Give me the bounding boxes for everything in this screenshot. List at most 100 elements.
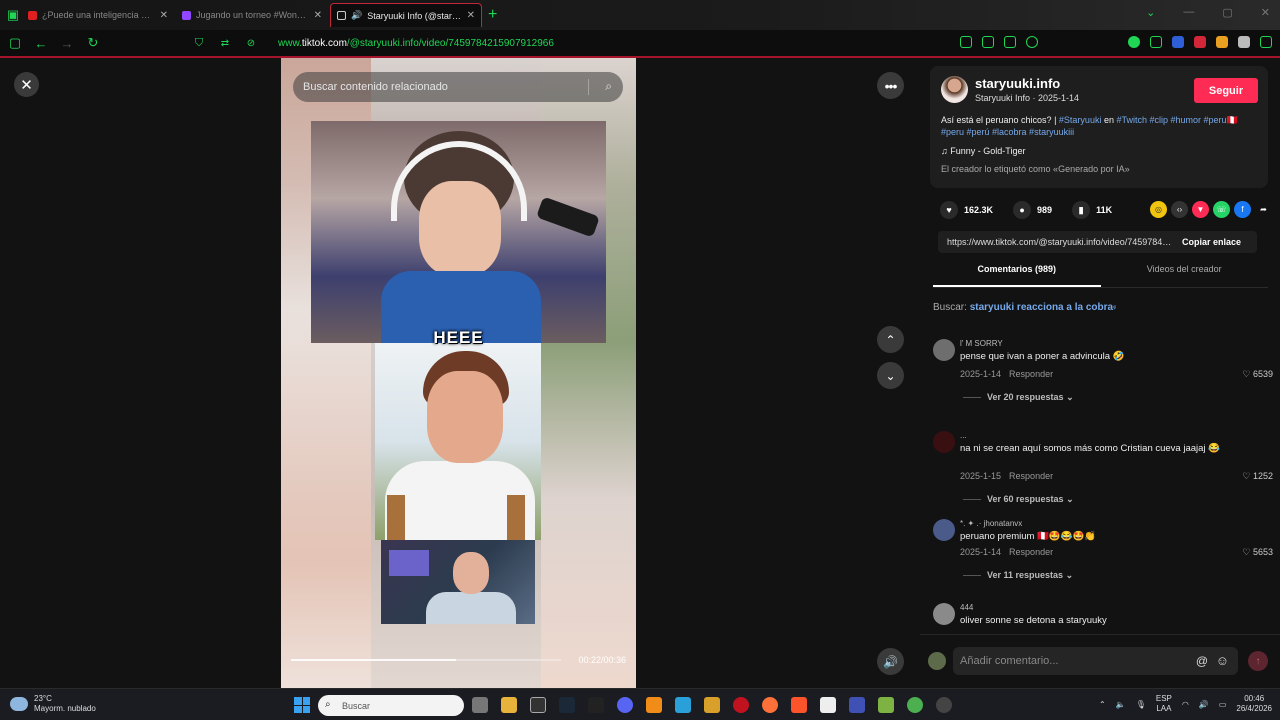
translate-icon[interactable] — [1004, 36, 1016, 48]
start-button[interactable] — [294, 697, 310, 713]
clock[interactable]: 00:46 26/4/2026 — [1236, 694, 1272, 714]
workspaces-icon[interactable]: ▣ — [6, 7, 20, 23]
tab-creator-videos[interactable]: Videos del creador — [1101, 264, 1269, 287]
search-suggestion-link[interactable]: staryuuki reacciona a la cobra — [970, 302, 1113, 313]
forward-icon[interactable]: → — [60, 36, 74, 51]
copy-link-button[interactable]: Copiar enlace — [1174, 237, 1241, 247]
share-arrow-icon[interactable]: ➦ — [1255, 201, 1272, 218]
minecraft-icon[interactable] — [878, 697, 894, 713]
epic-games-icon[interactable] — [530, 697, 546, 713]
post-comment-button[interactable]: ↑ — [1248, 651, 1268, 671]
chrome-icon[interactable] — [907, 697, 923, 713]
extension-color-icon[interactable] — [1216, 36, 1228, 48]
repost-icon[interactable]: ◎ — [1150, 201, 1167, 218]
language-indicator[interactable]: ESP LAA — [1156, 694, 1172, 714]
avatar[interactable] — [933, 519, 955, 541]
chevron-down-icon[interactable]: ⌄ — [1146, 6, 1155, 19]
video-player[interactable]: HEEE Buscar contenido relacionado ⌕ 00:2… — [281, 58, 636, 688]
wifi-icon[interactable]: ◠ — [1182, 700, 1189, 709]
view-replies-button[interactable]: Ver 11 respuestas ⌄ — [963, 570, 1073, 581]
music-link[interactable]: ♫ Funny - Gold-Tiger — [941, 146, 1025, 156]
microphone-icon[interactable]: 🎙 — [1136, 700, 1146, 709]
volume-button[interactable]: 🔊 — [877, 648, 904, 675]
malwarebytes-icon[interactable] — [849, 697, 865, 713]
taskbar-search[interactable]: ⌕ Buscar — [318, 695, 464, 716]
comment-likes[interactable]: ♡ 6539 — [1242, 369, 1273, 380]
file-explorer-icon[interactable] — [501, 697, 517, 713]
facebook-icon[interactable]: f — [1234, 201, 1251, 218]
shield-icon[interactable]: ⛉ — [192, 37, 206, 50]
comment-user[interactable]: l' M SORRY — [960, 339, 1003, 348]
firefox-icon[interactable] — [762, 697, 778, 713]
pdf-icon[interactable] — [820, 697, 836, 713]
sidebar-icon[interactable]: ▢ — [8, 35, 22, 51]
link-icon[interactable]: ⇄ — [218, 38, 232, 49]
reply-button[interactable]: Responder — [1009, 547, 1053, 557]
like-button[interactable]: ♥ 162.3K — [940, 201, 993, 219]
minimize-icon[interactable]: — — [1183, 6, 1194, 19]
extension-red-icon[interactable] — [1194, 36, 1206, 48]
view-replies-button[interactable]: Ver 60 respuestas ⌄ — [963, 494, 1074, 505]
vlc-icon[interactable] — [646, 697, 662, 713]
emoji-icon[interactable]: ☺ — [1216, 653, 1229, 668]
video-progress-bar[interactable] — [291, 659, 561, 661]
reply-button[interactable]: Responder — [1009, 369, 1053, 379]
avatar[interactable] — [933, 431, 955, 453]
back-icon[interactable]: ← — [34, 36, 48, 51]
video-link[interactable]: https://www.tiktok.com/@staryuuki.info/v… — [938, 237, 1174, 247]
more-options-button[interactable]: ••• — [877, 72, 904, 99]
comment-user[interactable]: 444 — [960, 603, 973, 612]
comment-button[interactable]: ● 989 — [1013, 201, 1052, 219]
close-tab-icon[interactable]: ✕ — [314, 10, 322, 21]
extension-puzzle-icon[interactable] — [1150, 36, 1162, 48]
comment-user[interactable]: ... — [960, 431, 967, 440]
app-icon[interactable] — [588, 697, 604, 713]
comment-user[interactable]: *. ✦ .· jhonatanvx — [960, 519, 1022, 528]
hashtag-link[interactable]: #Staryuuki — [1059, 115, 1102, 125]
creator-handle[interactable]: staryuuki.info — [975, 76, 1060, 91]
close-tab-icon[interactable]: ✕ — [467, 10, 475, 21]
send-icon[interactable]: ▼ — [1192, 201, 1209, 218]
weather-widget[interactable]: 23°C Mayorm. nublado — [10, 694, 96, 714]
speaker-icon[interactable]: 🔊 — [351, 10, 362, 21]
embed-icon[interactable]: ‹› — [1171, 201, 1188, 218]
browser-tab-3[interactable]: 🔊 Staryuuki Info (@staryuuki. ✕ — [330, 3, 482, 27]
avatar[interactable] — [941, 76, 968, 103]
url-field[interactable]: www.tiktok.com/@staryuuki.info/video/745… — [278, 38, 554, 49]
extension-blue-icon[interactable] — [1172, 36, 1184, 48]
maximize-icon[interactable]: ▢ — [1222, 6, 1232, 19]
chevron-up-icon[interactable]: ⌃ — [1099, 700, 1106, 709]
previous-video-button[interactable]: ⌃ — [877, 326, 904, 353]
follow-button[interactable]: Seguir — [1194, 78, 1258, 103]
extension-green-icon[interactable] — [1128, 36, 1140, 48]
related-search-input[interactable]: Buscar contenido relacionado ⌕ — [293, 72, 623, 102]
opera-icon[interactable] — [733, 697, 749, 713]
mention-icon[interactable]: @ — [1196, 654, 1208, 668]
brave-icon[interactable] — [791, 697, 807, 713]
hashtag-link[interactable]: #peru #perú #lacobra #staryuukiii — [941, 127, 1074, 137]
store-icon[interactable] — [675, 697, 691, 713]
discord-icon[interactable] — [617, 697, 633, 713]
view-replies-button[interactable]: Ver 20 respuestas ⌄ — [963, 392, 1074, 403]
close-window-icon[interactable]: ✕ — [1261, 6, 1270, 19]
reply-button[interactable]: Responder — [1009, 471, 1053, 481]
opera-gx-icon[interactable] — [936, 697, 952, 713]
block-icon[interactable]: ⊘ — [244, 38, 258, 49]
star-icon[interactable] — [1026, 36, 1038, 48]
shield-app-icon[interactable] — [704, 697, 720, 713]
whatsapp-icon[interactable]: ☏ — [1213, 201, 1230, 218]
extension-badge-icon[interactable] — [1238, 36, 1250, 48]
search-icon[interactable]: ⌕ — [605, 79, 612, 94]
browser-tab-2[interactable]: Jugando un torneo #Wondercu ✕ — [176, 3, 328, 27]
browser-tab-1[interactable]: ¿Puede una inteligencia artificial ✕ — [22, 3, 174, 27]
menu-icon[interactable] — [1260, 36, 1272, 48]
volume-icon[interactable]: 🔊 — [1199, 700, 1209, 709]
next-video-button[interactable]: ⌄ — [877, 362, 904, 389]
close-video-button[interactable]: ✕ — [14, 72, 39, 97]
task-view-icon[interactable] — [472, 697, 488, 713]
comment-likes[interactable]: ♡ 1252 — [1242, 471, 1273, 482]
close-tab-icon[interactable]: ✕ — [160, 10, 168, 21]
comment-likes[interactable]: ♡ 5653 — [1242, 547, 1273, 558]
hashtag-link[interactable]: #Twitch #clip #humor #peru — [1116, 115, 1226, 125]
battery-icon[interactable]: ▭ — [1219, 700, 1227, 709]
